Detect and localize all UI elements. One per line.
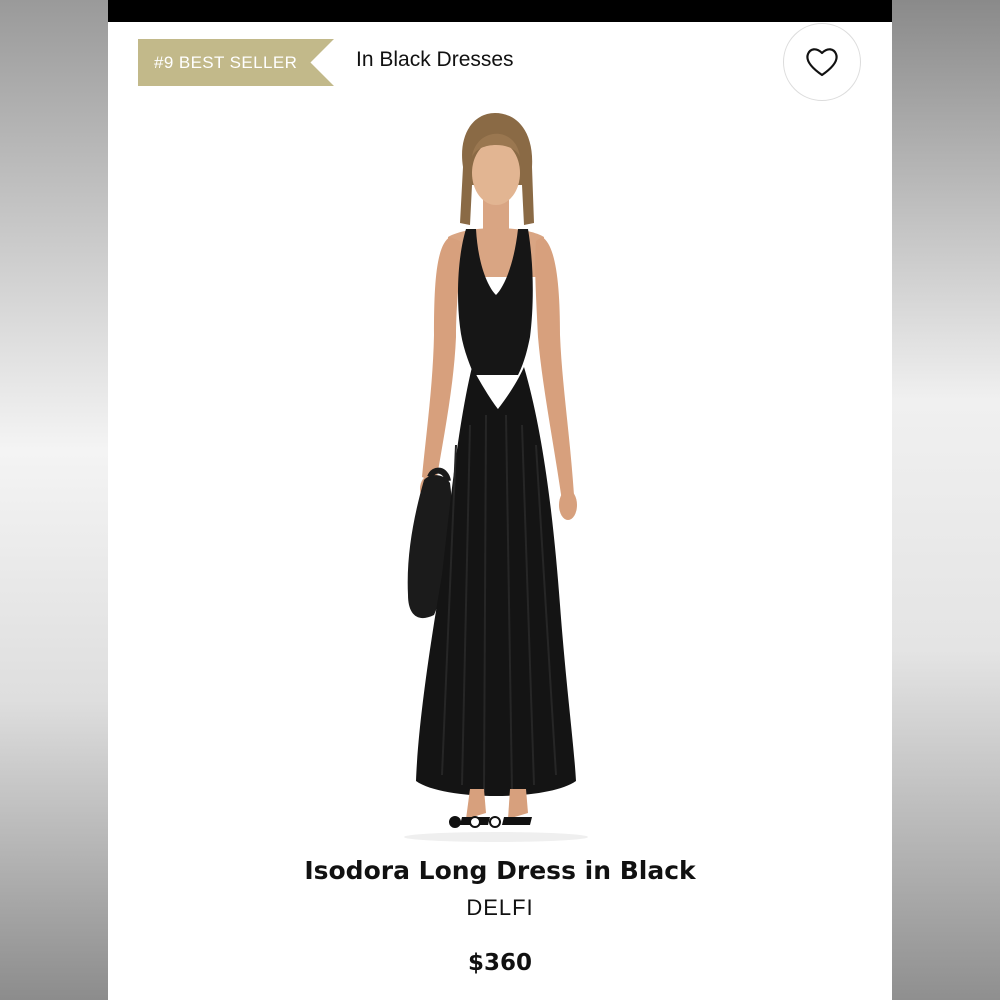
carousel-dot[interactable] [489, 816, 501, 828]
product-title[interactable]: Isodora Long Dress in Black [108, 856, 892, 885]
best-seller-badge: #9 BEST SELLER [138, 39, 334, 86]
carousel-dot[interactable] [449, 816, 461, 828]
product-price: $360 [467, 950, 532, 976]
background-left [0, 0, 108, 1000]
carousel-dots [449, 816, 501, 832]
product-screen: #9 BEST SELLER In Black Dresses Isodora … [108, 0, 892, 1000]
status-bar [108, 0, 892, 22]
background-right [892, 0, 1000, 1000]
favorite-button[interactable] [783, 23, 861, 101]
best-seller-label: #9 BEST SELLER [154, 52, 298, 72]
category-link[interactable]: In Black Dresses [356, 48, 514, 72]
heart-icon [806, 48, 838, 77]
carousel-dot[interactable] [469, 816, 481, 828]
product-image[interactable] [338, 105, 638, 845]
product-brand[interactable]: DELFI [108, 895, 892, 921]
